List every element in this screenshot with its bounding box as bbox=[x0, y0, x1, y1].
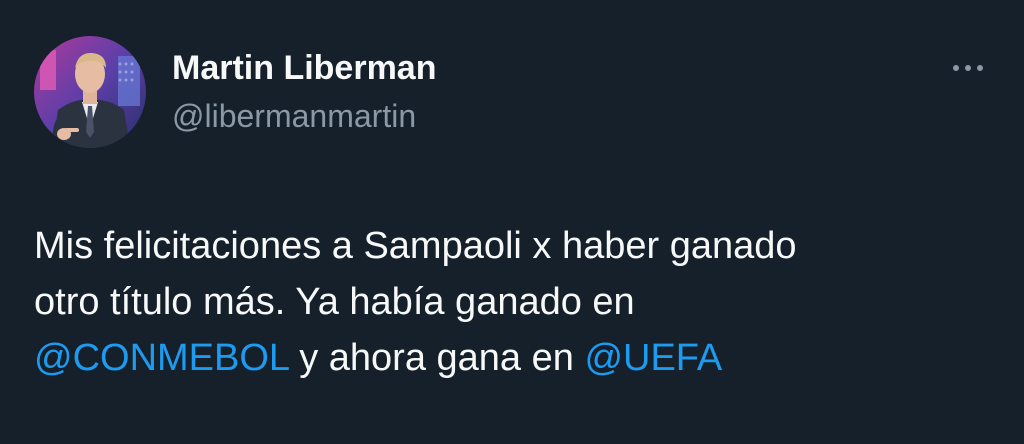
tweet-card: Martin Liberman @libermanmartin Mis feli… bbox=[0, 0, 1024, 444]
tweet-text-line-2: otro título más. Ya había ganado en bbox=[34, 281, 635, 323]
tweet-text-middle: y ahora gana en bbox=[288, 337, 585, 379]
mention-conmebol-link[interactable]: @CONMEBOL bbox=[34, 337, 289, 379]
author-avatar[interactable] bbox=[34, 36, 146, 148]
tweet-text-line-1: Mis felicitaciones a Sampaoli x haber ga… bbox=[34, 225, 797, 267]
author-handle[interactable]: @libermanmartin bbox=[172, 96, 416, 136]
tweet-text-line-3: @CONMEBOL y ahora gana en @UEFA bbox=[34, 330, 994, 386]
author-name[interactable]: Martin Liberman bbox=[172, 48, 436, 88]
mention-uefa-link[interactable]: @UEFA bbox=[584, 337, 722, 379]
tweet-text: Mis felicitaciones a Sampaoli x haber ga… bbox=[34, 218, 994, 386]
avatar-photo-icon bbox=[34, 36, 146, 148]
more-options-button[interactable] bbox=[944, 50, 992, 86]
more-horizontal-icon bbox=[953, 65, 983, 71]
